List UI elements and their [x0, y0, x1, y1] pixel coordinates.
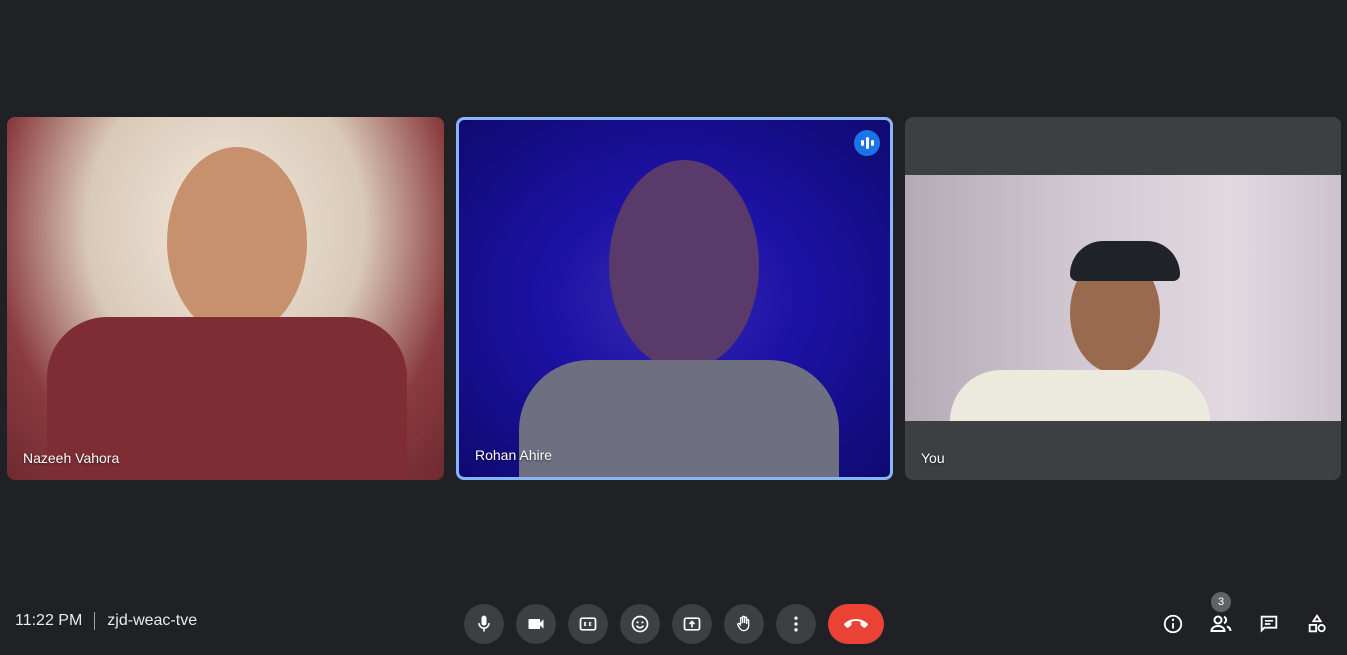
participant-shirt	[519, 360, 839, 477]
more-options-icon	[794, 616, 798, 632]
people-icon	[1210, 615, 1232, 632]
microphone-button[interactable]	[464, 604, 504, 644]
participant-tile-2[interactable]: Rohan Ahire	[456, 117, 893, 480]
participant-cap	[1070, 241, 1180, 281]
info-icon	[1163, 614, 1183, 634]
participant-name: Rohan Ahire	[475, 447, 553, 463]
emoji-button[interactable]	[620, 604, 660, 644]
meeting-info: 11:22 PM zjd-weac-tve	[15, 612, 197, 630]
participant-tile-self[interactable]: You	[905, 117, 1341, 480]
call-controls	[464, 604, 884, 644]
camera-button[interactable]	[516, 604, 556, 644]
captions-button[interactable]	[568, 604, 608, 644]
speaking-indicator-icon	[854, 130, 880, 156]
captions-icon	[579, 617, 597, 631]
meeting-time: 11:22 PM	[15, 612, 83, 629]
present-screen-icon	[683, 617, 701, 631]
participant-video	[167, 147, 307, 337]
self-video	[905, 175, 1341, 421]
camera-icon	[528, 619, 544, 629]
present-screen-button[interactable]	[672, 604, 712, 644]
participant-tile-1[interactable]: Nazeeh Vahora	[7, 117, 444, 480]
people-count-badge: 3	[1211, 592, 1231, 612]
participant-name: Nazeeh Vahora	[23, 450, 120, 466]
more-options-button[interactable]	[776, 604, 816, 644]
end-call-icon	[844, 619, 868, 628]
microphone-icon	[478, 615, 490, 632]
people-button[interactable]: 3	[1201, 592, 1241, 644]
side-panel-tools: 3	[1153, 592, 1337, 644]
meeting-code[interactable]: zjd-weac-tve	[107, 612, 197, 630]
emoji-icon	[631, 615, 649, 633]
raise-hand-button[interactable]	[724, 604, 764, 644]
participant-video	[609, 160, 759, 370]
participant-name: You	[921, 450, 945, 466]
raise-hand-icon	[737, 615, 750, 632]
chat-button[interactable]	[1249, 604, 1289, 644]
chat-icon	[1260, 615, 1278, 633]
meeting-details-button[interactable]	[1153, 604, 1193, 644]
divider	[94, 612, 96, 630]
activities-icon	[1308, 614, 1326, 633]
end-call-button[interactable]	[828, 604, 884, 644]
participant-shirt	[950, 370, 1210, 421]
activities-button[interactable]	[1297, 604, 1337, 644]
